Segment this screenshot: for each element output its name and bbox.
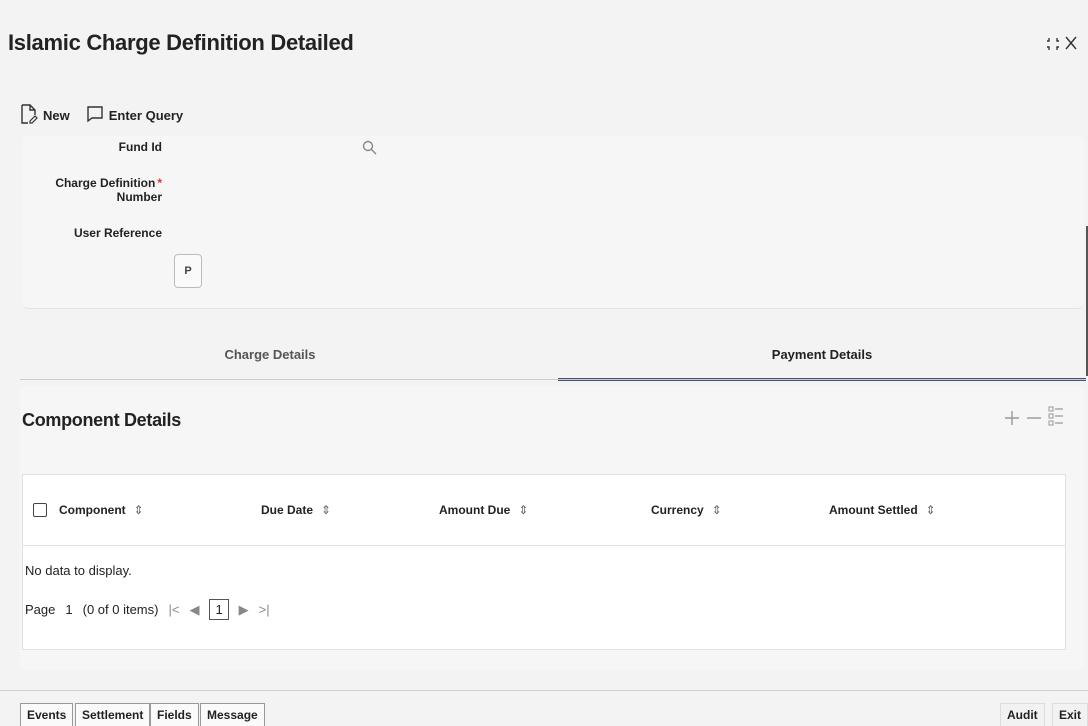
query-icon [86, 105, 104, 126]
component-grid: Component ⇕ Due Date ⇕ Amount Due ⇕ Curr… [22, 474, 1066, 650]
next-page-icon[interactable]: ▶ [239, 602, 249, 618]
page-title: Islamic Charge Definition Detailed [8, 30, 354, 55]
column-currency[interactable]: Currency ⇕ [651, 503, 722, 517]
grid-actions [1004, 406, 1064, 432]
delete-row-icon[interactable] [1026, 406, 1042, 432]
tab-charge-details[interactable]: Charge Details [20, 330, 520, 378]
charge-definition-label-line1: Charge Definition [55, 176, 156, 190]
column-amount-settled-label: Amount Settled [829, 503, 918, 517]
column-due-date-label: Due Date [261, 503, 314, 517]
new-document-icon [20, 104, 38, 127]
p-button[interactable]: P [174, 254, 202, 288]
add-row-icon[interactable] [1004, 406, 1020, 432]
prev-page-icon[interactable]: ◀ [189, 602, 199, 618]
user-reference-label: User Reference [73, 226, 162, 240]
column-component-label: Component [59, 503, 126, 517]
column-amount-settled[interactable]: Amount Settled ⇕ [829, 503, 936, 517]
enter-query-label: Enter Query [108, 108, 184, 123]
exit-button[interactable]: Exit [1052, 703, 1088, 726]
column-due-date[interactable]: Due Date ⇕ [261, 503, 331, 517]
last-page-icon[interactable]: >| [259, 602, 270, 617]
footer-divider [0, 690, 1088, 691]
events-button[interactable]: Events [20, 703, 74, 726]
pagination: Page 1 (0 of 0 items) |< ◀ 1 ▶ >| [25, 599, 270, 620]
toolbar: New Enter Query [20, 104, 183, 127]
new-button[interactable]: New [20, 104, 70, 127]
new-label: New [43, 108, 70, 123]
section-title: Component Details [22, 410, 181, 430]
title-bar: Islamic Charge Definition Detailed [0, 0, 1088, 88]
no-data-message: No data to display. [25, 563, 132, 578]
minimize-icon[interactable] [1046, 34, 1060, 57]
fields-button[interactable]: Fields [150, 703, 199, 726]
grid-header: Component ⇕ Due Date ⇕ Amount Due ⇕ Curr… [23, 475, 1065, 546]
page-number: 1 [65, 602, 73, 617]
charge-definition-label-line2: Number [116, 190, 162, 204]
sort-icon: ⇕ [711, 503, 722, 517]
message-button[interactable]: Message [200, 703, 265, 726]
current-page[interactable]: 1 [209, 599, 229, 620]
fund-id-label: Fund Id [118, 140, 162, 154]
sort-icon: ⇕ [133, 503, 144, 517]
first-page-icon[interactable]: |< [168, 602, 179, 617]
single-view-icon[interactable] [1048, 406, 1064, 432]
close-icon[interactable] [1064, 34, 1078, 57]
items-info: (0 of 0 items) [82, 602, 159, 617]
tab-payment-details[interactable]: Payment Details [558, 330, 1086, 381]
column-amount-due[interactable]: Amount Due ⇕ [439, 503, 528, 517]
enter-query-button[interactable]: Enter Query [86, 105, 183, 126]
select-all-checkbox[interactable] [33, 503, 47, 517]
tab-strip: Charge Details Payment Details [20, 330, 1086, 382]
sort-icon: ⇕ [518, 503, 529, 517]
search-icon[interactable] [362, 140, 378, 161]
window-controls [1046, 34, 1078, 57]
column-component[interactable]: Component ⇕ [59, 503, 144, 517]
sort-icon: ⇕ [925, 503, 936, 517]
column-currency-label: Currency [651, 503, 704, 517]
sort-icon: ⇕ [321, 503, 332, 517]
component-details-section: Component Details Component ⇕ Due Date ⇕… [20, 386, 1084, 670]
audit-button[interactable]: Audit [1000, 703, 1045, 726]
required-marker: * [157, 176, 162, 190]
tab-divider [20, 379, 1086, 380]
charge-definition-label: Charge Definition * Number [22, 176, 162, 204]
column-amount-due-label: Amount Due [439, 503, 511, 517]
settlement-button[interactable]: Settlement [75, 703, 151, 726]
page-label: Page [25, 602, 56, 617]
header-panel: Fund Id Charge Definition * Number User R… [22, 136, 1084, 309]
